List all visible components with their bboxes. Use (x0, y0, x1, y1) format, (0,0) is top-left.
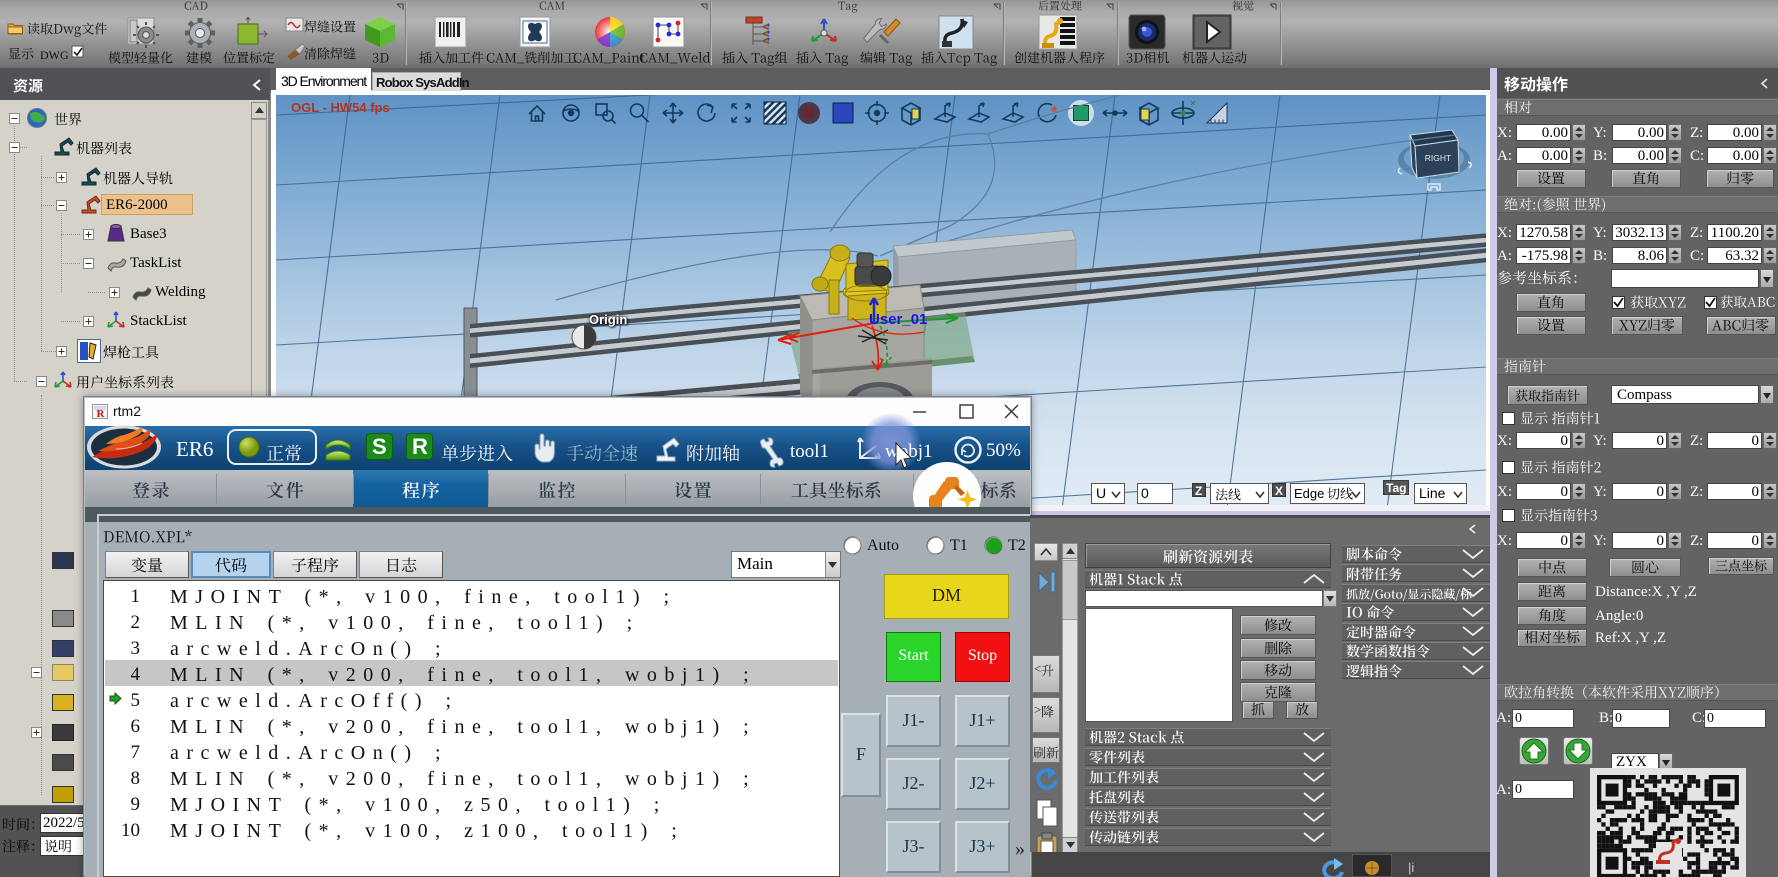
svg-text:R: R (97, 408, 106, 420)
